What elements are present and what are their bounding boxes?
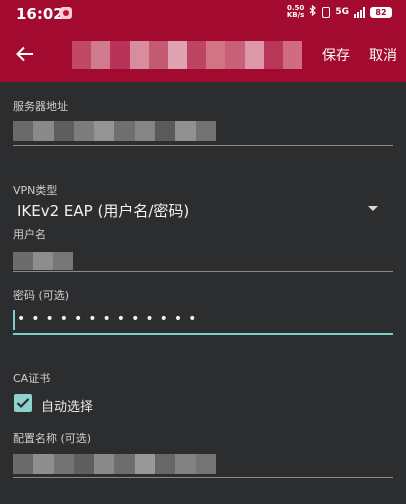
username-label: 用户名	[13, 228, 46, 241]
username-field[interactable]	[13, 252, 73, 270]
profile-title-redacted	[72, 41, 303, 69]
profile-name-field[interactable]	[13, 454, 216, 474]
status-icons: 0.50 KB/s 5G 82	[287, 5, 392, 19]
password-label: 密码 (可选)	[13, 289, 70, 302]
arrow-left-icon	[16, 46, 33, 62]
save-button[interactable]: 保存	[322, 45, 350, 65]
server-address-label: 服务器地址	[13, 100, 68, 113]
cancel-button[interactable]: 取消	[369, 45, 397, 65]
username-underline	[13, 271, 393, 272]
network-speed-unit: KB/s	[286, 11, 305, 19]
text-cursor	[13, 310, 15, 330]
bluetooth-icon	[309, 4, 317, 19]
battery-icon: 82	[370, 6, 392, 18]
vpn-type-select[interactable]: IKEv2 EAP (用户名/密码)	[17, 200, 189, 221]
back-button[interactable]	[10, 40, 40, 68]
profile-name-label: 配置名称 (可选)	[13, 432, 92, 445]
signal-icon	[354, 6, 365, 18]
server-address-underline	[13, 145, 393, 146]
vpn-type-label: VPN类型	[13, 184, 58, 197]
battery-level: 82	[375, 7, 387, 17]
vibrate-icon	[322, 6, 331, 18]
dropdown-arrow-icon[interactable]	[368, 206, 378, 211]
toolbar: 保存 取消	[0, 26, 406, 82]
check-icon	[16, 398, 30, 409]
profile-name-underline	[13, 477, 393, 478]
auto-select-checkbox[interactable]	[14, 394, 32, 412]
network-type: 5G	[335, 7, 349, 17]
network-speed: 0.50 KB/s	[287, 5, 304, 19]
app-notification-icon	[60, 7, 72, 19]
password-underline	[13, 333, 393, 335]
status-bar: 16:02 0.50 KB/s 5G 82	[0, 0, 406, 26]
server-address-field[interactable]	[13, 121, 216, 141]
status-time: 16:02	[16, 5, 64, 23]
ca-certificate-label: CA证书	[13, 372, 51, 385]
auto-select-label[interactable]: 自动选择	[41, 396, 93, 415]
password-field[interactable]: •••••••••••••	[17, 311, 202, 327]
